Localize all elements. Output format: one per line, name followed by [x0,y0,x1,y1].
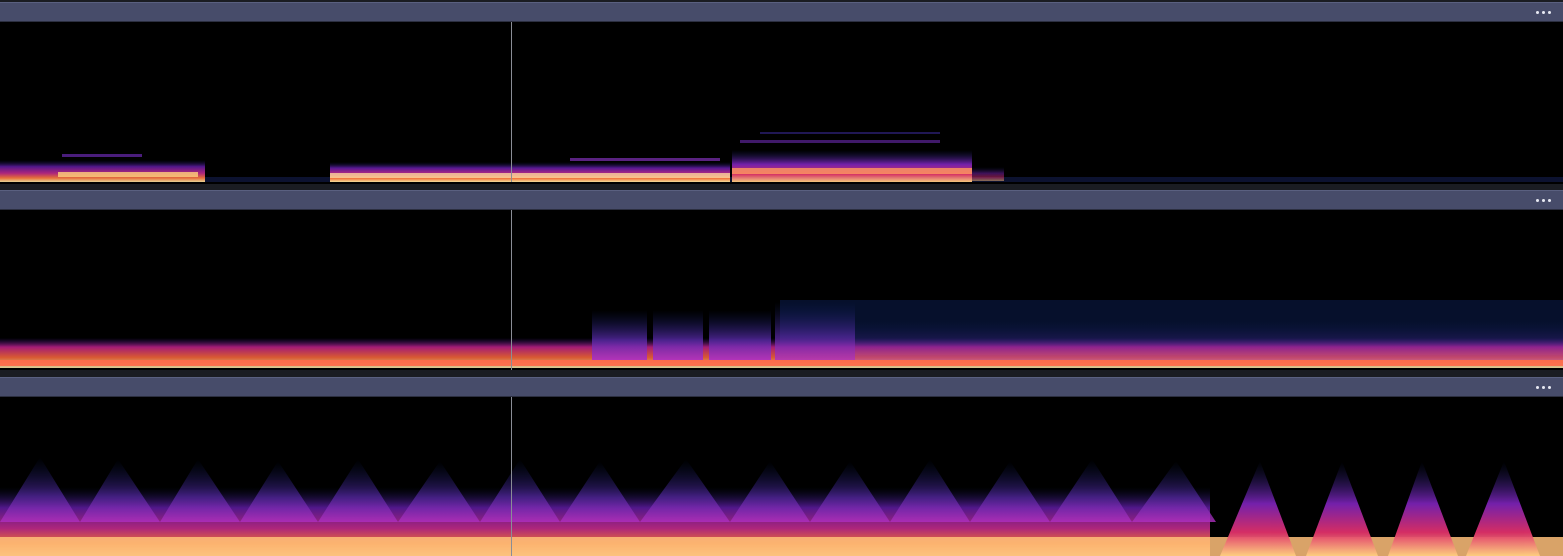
more-horizontal-icon[interactable] [1531,193,1555,208]
spectrogram-view[interactable] [0,210,1563,370]
spectrogram-view[interactable] [0,397,1563,556]
playhead[interactable] [511,22,512,182]
track-3[interactable] [0,377,1563,556]
track-header[interactable] [0,2,1563,22]
track-2[interactable] [0,190,1563,374]
spectrogram-view[interactable] [0,22,1563,184]
playhead[interactable] [511,210,512,370]
multitrack-workspace [0,0,1563,556]
spectrogram-track-1 [0,22,1563,184]
spectrogram-track-3 [0,397,1563,556]
more-horizontal-icon[interactable] [1531,380,1555,395]
spectrogram-track-2 [0,210,1563,370]
playhead[interactable] [511,397,512,556]
track-header[interactable] [0,377,1563,397]
more-horizontal-icon[interactable] [1531,5,1555,20]
track-header[interactable] [0,190,1563,210]
track-1[interactable] [0,2,1563,186]
